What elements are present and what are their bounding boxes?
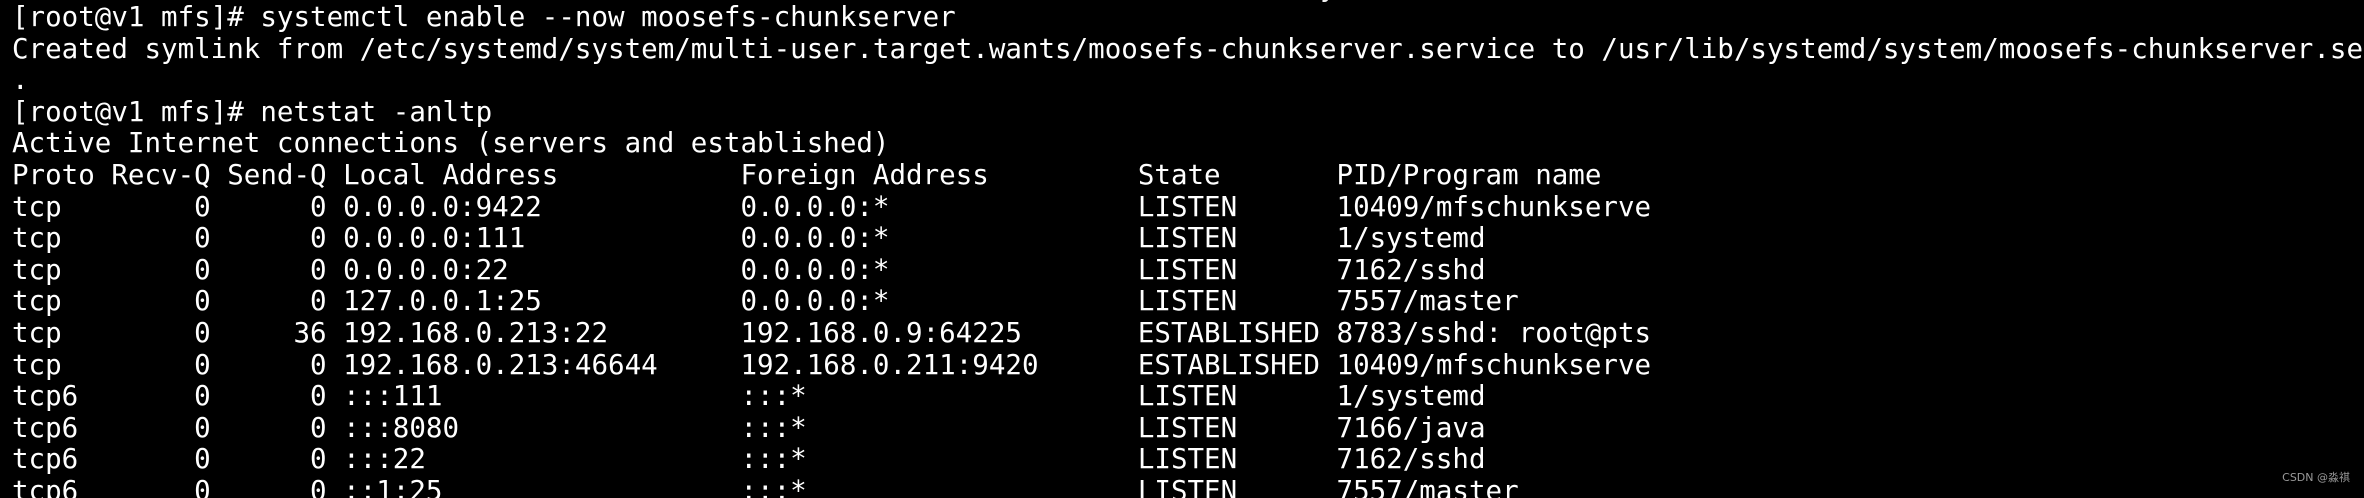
netstat-table-row: tcp6 0 0 :::8080 :::* LISTEN 7166/java — [12, 411, 1486, 444]
netstat-table-row: tcp 0 0 192.168.0.213:46644 192.168.0.21… — [12, 348, 1652, 381]
terminal-window[interactable]: y [root@v1 mfs]# systemctl enable --now … — [0, 0, 2364, 498]
netstat-table-header: Proto Recv-Q Send-Q Local Address Foreig… — [12, 158, 1602, 191]
wrapped-period-line: . — [12, 64, 29, 97]
terminal-output: [root@v1 mfs]# systemctl enable --now mo… — [12, 1, 2364, 498]
active-connections-heading: Active Internet connections (servers and… — [12, 127, 890, 160]
symlink-output-line: Created symlink from /etc/systemd/system… — [12, 32, 2364, 65]
netstat-table-row: tcp6 0 0 :::22 :::* LISTEN 7162/sshd — [12, 443, 1486, 476]
csdn-watermark: CSDN @淼祺 — [2282, 471, 2350, 484]
netstat-table-row: tcp 0 0 0.0.0.0:9422 0.0.0.0:* LISTEN 10… — [12, 190, 1652, 223]
netstat-table-row: tcp 0 36 192.168.0.213:22 192.168.0.9:64… — [12, 316, 1652, 349]
netstat-table-row: tcp 0 0 127.0.0.1:25 0.0.0.0:* LISTEN 75… — [12, 285, 1519, 318]
command-line-netstat: [root@v1 mfs]# netstat -anltp — [12, 95, 493, 128]
command-line-systemctl: [root@v1 mfs]# systemctl enable --now mo… — [12, 1, 956, 33]
netstat-table-row-partial: tcp6 0 0 ::1:25 :::* LISTEN 7557/master — [12, 474, 1519, 498]
netstat-table-row: tcp6 0 0 :::111 :::* LISTEN 1/systemd — [12, 380, 1486, 413]
netstat-table-row: tcp 0 0 0.0.0.0:111 0.0.0.0:* LISTEN 1/s… — [12, 222, 1486, 255]
netstat-table-row: tcp 0 0 0.0.0.0:22 0.0.0.0:* LISTEN 7162… — [12, 253, 1486, 286]
